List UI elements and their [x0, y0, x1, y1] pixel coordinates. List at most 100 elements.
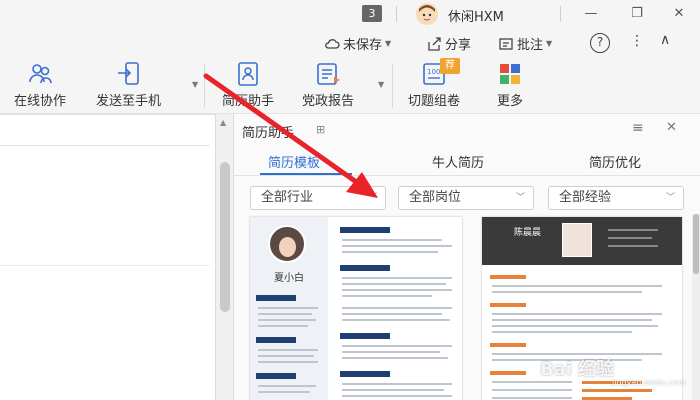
- tab-top-resumes[interactable]: 牛人简历: [432, 152, 484, 171]
- titlebar-divider: [396, 6, 397, 22]
- scrollbar-thumb[interactable]: [693, 214, 699, 274]
- active-tab-indicator: [260, 173, 352, 175]
- command-row: 未保存 ▼ 分享 批注 ▼ ? ⋮ ∧: [0, 28, 700, 58]
- avatar-icon[interactable]: [416, 3, 438, 25]
- resume-text-line: [258, 361, 318, 363]
- resume-text-line: [608, 237, 652, 239]
- page-edge: [0, 145, 210, 146]
- ribbon-toolbar: 在线协作 发送至手机 ▼ 简历助手 党政报告 ▼ 100 切题组卷 荐 更多: [0, 58, 700, 114]
- ribbon-resume-helper[interactable]: 简历助手: [222, 60, 274, 109]
- panel-title: 简历助手: [242, 126, 295, 141]
- resume-text-line: [492, 319, 652, 321]
- document-scrollbar[interactable]: ▲: [215, 114, 233, 400]
- resume-section-bar: [490, 343, 526, 347]
- cloud-icon: [325, 38, 340, 49]
- resume-name: 夏小白: [274, 273, 304, 284]
- resume-text-line: [258, 325, 308, 327]
- resume-section-bar: [490, 303, 526, 307]
- scroll-up-icon[interactable]: ▲: [220, 118, 226, 127]
- resume-text-line: [258, 313, 312, 315]
- resume-text-line: [492, 291, 642, 293]
- ribbon-online-collab[interactable]: 在线协作: [14, 60, 66, 109]
- resume-sidebar: 夏小白: [250, 217, 328, 400]
- resume-text-line: [342, 283, 446, 285]
- resume-section-bar: [340, 371, 390, 377]
- experience-filter[interactable]: 全部经验 ﹀: [548, 186, 684, 210]
- annotate-button[interactable]: 批注 ▼: [498, 34, 552, 53]
- tab-count-badge[interactable]: 3: [362, 5, 382, 22]
- panel-grid-icon[interactable]: ⊞: [316, 123, 325, 136]
- resume-helper-panel: 简历助手 ⊞ ≡ ✕ 简历模板 牛人简历 简历优化 全部行业 ﹀ 全部岗位 ﹀ …: [233, 114, 700, 400]
- ribbon-divider: [392, 64, 393, 108]
- resume-section-bar: [340, 265, 390, 271]
- titlebar-divider: [560, 6, 561, 22]
- resume-text-line: [492, 325, 658, 327]
- resume-photo: [562, 223, 592, 257]
- document-canvas[interactable]: [0, 114, 215, 400]
- watermark: Bai 经验: [540, 359, 615, 380]
- resume-text-line: [492, 331, 632, 333]
- ribbon-party-report[interactable]: 党政报告: [302, 60, 354, 109]
- close-icon[interactable]: ✕: [666, 120, 677, 135]
- title-bar: 3 休闲HXM — ❐ ✕: [0, 0, 700, 28]
- resume-text-line: [492, 381, 572, 383]
- collaboration-icon: [29, 64, 52, 84]
- chevron-down-icon: ﹀: [515, 193, 525, 203]
- ribbon-label: 党政报告: [302, 94, 355, 109]
- scrollbar-thumb[interactable]: [220, 162, 230, 312]
- svg-text:100: 100: [427, 68, 440, 76]
- annotate-label: 批注: [517, 38, 544, 53]
- ribbon-label: 简历助手: [222, 94, 275, 109]
- chevron-down-icon: ﹀: [367, 193, 377, 203]
- minimize-icon[interactable]: —: [580, 4, 602, 24]
- page-guide: [0, 265, 210, 266]
- ribbon-expand-icon[interactable]: ▼: [378, 80, 384, 89]
- industry-filter[interactable]: 全部行业 ﹀: [250, 186, 386, 210]
- collapse-ribbon-icon[interactable]: ∧: [660, 32, 670, 48]
- experience-filter-value: 全部经验: [559, 190, 612, 205]
- close-icon[interactable]: ✕: [668, 4, 690, 24]
- resume-text-line: [342, 395, 452, 397]
- tab-resume-optimize[interactable]: 简历优化: [589, 152, 641, 171]
- resume-section-bar: [340, 333, 390, 339]
- recommend-badge: 荐: [440, 58, 460, 74]
- ribbon-more[interactable]: 更多: [496, 60, 524, 109]
- ribbon-label: 在线协作: [14, 94, 67, 109]
- unsaved-button[interactable]: 未保存 ▼: [324, 34, 391, 53]
- panel-menu-icon[interactable]: ≡: [632, 120, 644, 136]
- resume-text-line: [342, 389, 444, 391]
- ribbon-expand-icon[interactable]: ▼: [192, 80, 198, 89]
- resume-text-line: [342, 357, 448, 359]
- restore-icon[interactable]: ❐: [626, 4, 648, 24]
- resume-section-bar: [340, 227, 390, 233]
- watermark-url: jingyan.baidu.com: [612, 378, 686, 387]
- resume-section-bar: [490, 275, 526, 279]
- ribbon-send-to-phone[interactable]: 发送至手机: [96, 60, 161, 109]
- panel-tabs: 简历模板 牛人简历 简历优化: [234, 146, 700, 176]
- resume-text-line: [492, 313, 662, 315]
- more-options-icon[interactable]: ⋮: [630, 33, 644, 49]
- resume-text-line: [342, 277, 452, 279]
- user-name[interactable]: 休闲HXM: [448, 6, 504, 25]
- resume-template-card[interactable]: 夏小白: [250, 217, 462, 400]
- resume-text-line: [258, 307, 318, 309]
- resume-text-line: [258, 355, 314, 357]
- resume-text-line: [342, 289, 452, 291]
- tab-resume-templates[interactable]: 简历模板: [268, 152, 320, 171]
- resume-text-line: [608, 229, 658, 231]
- resume-text-line: [342, 351, 440, 353]
- resume-text-line: [492, 397, 572, 399]
- resume-section-bar: [256, 295, 296, 301]
- resume-text-line: [342, 345, 452, 347]
- resume-text-line: [342, 239, 442, 241]
- share-button[interactable]: 分享: [426, 34, 471, 53]
- resume-text-line: [258, 349, 318, 351]
- ribbon-label: 更多: [496, 94, 523, 109]
- skill-bar: [582, 389, 652, 392]
- resume-text-line: [258, 385, 316, 387]
- position-filter[interactable]: 全部岗位 ﹀: [398, 186, 534, 210]
- panel-scrollbar[interactable]: [692, 214, 700, 400]
- resume-text-line: [342, 383, 452, 385]
- report-icon: [317, 63, 340, 85]
- help-icon[interactable]: ?: [590, 33, 610, 53]
